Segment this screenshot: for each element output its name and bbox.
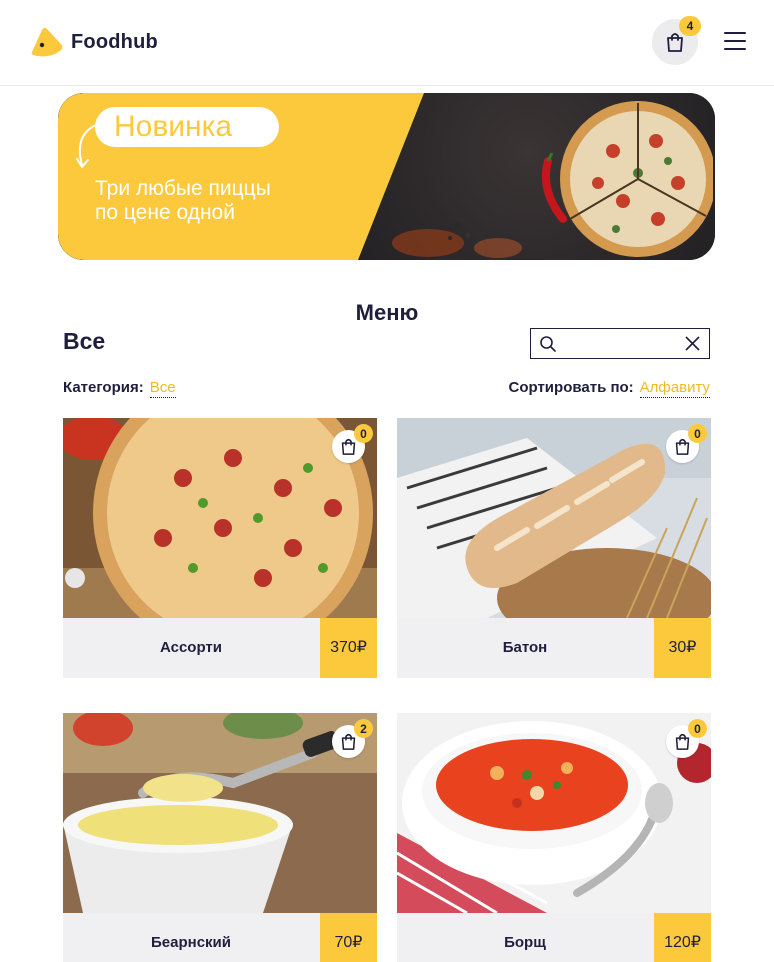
logo[interactable]: Foodhub: [28, 24, 158, 60]
category-filter-label: Категория:: [63, 379, 144, 396]
product-card[interactable]: 0 Батон 30₽: [397, 418, 711, 678]
product-card[interactable]: 0 Борщ 120₽: [397, 713, 711, 962]
search-icon: [540, 336, 556, 352]
search-input[interactable]: [530, 328, 710, 359]
category-title: Все: [63, 328, 106, 354]
product-price[interactable]: 70₽: [320, 913, 377, 962]
close-icon[interactable]: [685, 336, 700, 351]
menu-title: Меню: [355, 300, 419, 325]
shopping-bag-icon: [341, 733, 356, 750]
sort-filter-select[interactable]: Алфавиту: [639, 379, 710, 398]
spices-decoration: [392, 222, 522, 258]
product-price[interactable]: 30₽: [654, 618, 711, 678]
product-footer: Беарнский 70₽: [63, 913, 377, 962]
shopping-bag-icon: [667, 33, 683, 52]
category-filter: Категория: Все: [63, 379, 176, 398]
brand-name: Foodhub: [71, 30, 158, 53]
cart-item-count: 0: [688, 719, 707, 738]
product-card[interactable]: 2 Беарнский 70₽: [63, 713, 377, 962]
banner-new-badge: Новинка: [95, 107, 279, 147]
product-name: Батон: [502, 639, 548, 656]
product-image: [397, 418, 711, 618]
cart-count-badge: 4: [679, 16, 701, 36]
add-to-cart-button[interactable]: 0: [666, 424, 707, 463]
promo-banner[interactable]: Новинка Три любые пиццы по цене одной: [58, 93, 715, 260]
pizza-image: [541, 101, 713, 257]
product-footer: Ассорти 370₽: [63, 618, 377, 678]
product-price[interactable]: 370₽: [320, 618, 377, 678]
cart-item-count: 2: [354, 719, 373, 738]
menu-burger-button[interactable]: [724, 31, 746, 51]
shopping-bag-icon: [675, 733, 690, 750]
header: Foodhub 4: [0, 0, 774, 86]
product-price[interactable]: 120₽: [654, 913, 711, 962]
product-image: [63, 713, 377, 913]
product-name: Борщ: [504, 934, 546, 951]
product-image: [397, 713, 711, 913]
logo-icon: [28, 24, 64, 60]
product-footer: Батон 30₽: [397, 618, 711, 678]
header-cart-button[interactable]: 4: [652, 16, 701, 65]
product-name: Ассорти: [159, 639, 222, 656]
shopping-bag-icon: [341, 438, 356, 455]
banner-text: Три любые пиццы по цене одной: [95, 177, 271, 224]
add-to-cart-button[interactable]: 2: [332, 719, 373, 758]
add-to-cart-button[interactable]: 0: [666, 719, 707, 758]
product-name: Беарнский: [151, 934, 231, 951]
sort-filter-label: Сортировать по:: [508, 379, 634, 396]
add-to-cart-button[interactable]: 0: [332, 424, 373, 463]
shopping-bag-icon: [675, 438, 690, 455]
product-footer: Борщ 120₽: [397, 913, 711, 962]
cart-item-count: 0: [688, 424, 707, 443]
product-image: [63, 418, 377, 618]
cart-item-count: 0: [354, 424, 373, 443]
product-card[interactable]: 0 Ассорти 370₽: [63, 418, 377, 678]
sort-filter: Сортировать по: Алфавиту: [508, 379, 710, 398]
category-filter-select[interactable]: Все: [149, 379, 176, 398]
